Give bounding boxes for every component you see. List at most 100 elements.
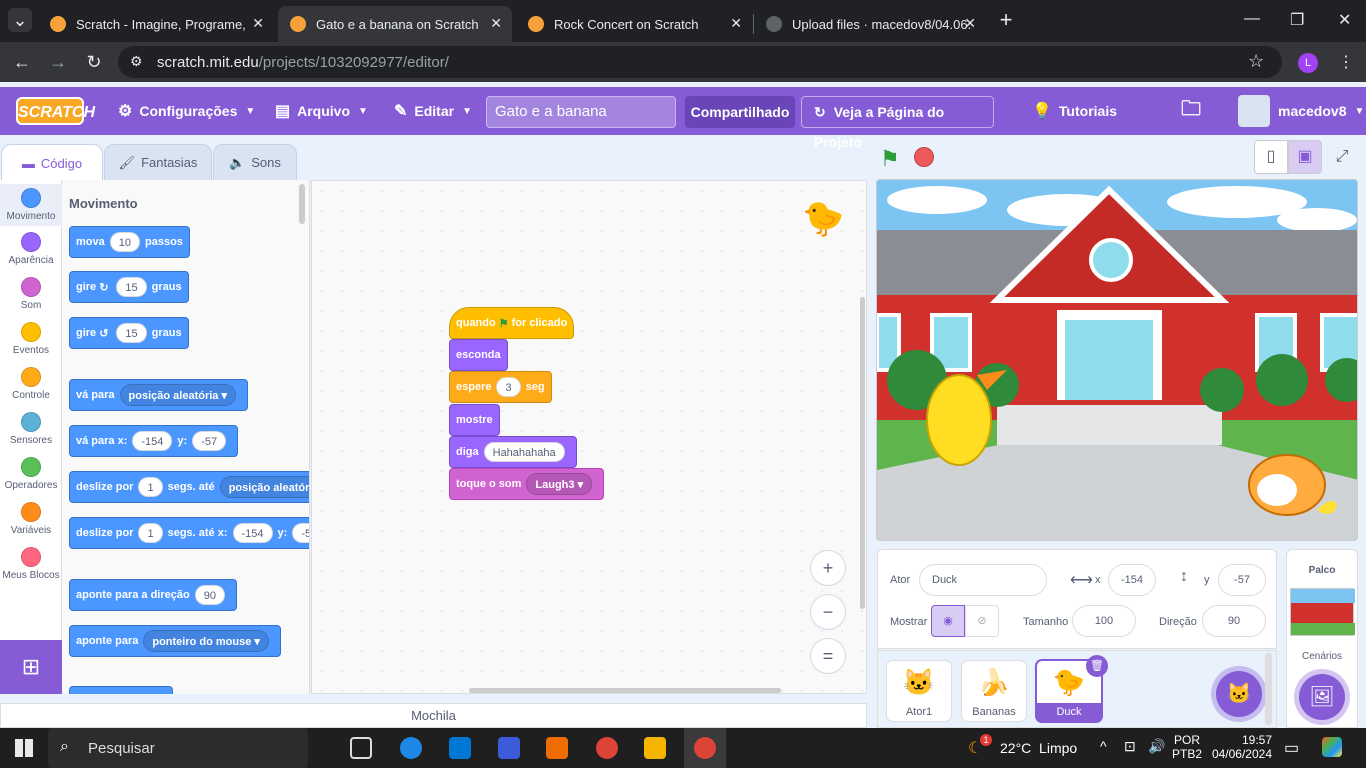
my-stuff-folder-icon[interactable]: 🗀 (1181, 87, 1201, 135)
mail-icon[interactable] (449, 737, 471, 759)
add-extension-button[interactable]: ⊞ (0, 640, 62, 694)
show-visible-button[interactable]: ◉ (931, 605, 965, 637)
workspace-v-scrollbar[interactable] (860, 297, 865, 609)
sprite-name-input[interactable]: Duck (919, 564, 1047, 596)
block-hide[interactable]: esconda (449, 339, 508, 371)
block-point-towards[interactable]: aponte para ponteiro do mouse ▾ (69, 625, 281, 657)
block-wait[interactable]: espere 3 seg (449, 371, 552, 403)
file-explorer-icon[interactable] (644, 737, 666, 759)
choose-sprite-button[interactable]: 🐱 (1216, 671, 1262, 717)
category-motion[interactable]: Movimento (0, 184, 62, 226)
block-input[interactable]: 90 (194, 585, 225, 605)
block-glide-to[interactable]: deslize por 1 segs. até posição aleatória (69, 471, 309, 503)
chrome-icon[interactable] (596, 737, 618, 759)
back-button[interactable]: ← (10, 50, 34, 74)
close-icon[interactable]: ✕ (252, 15, 264, 32)
category-my-blocks[interactable]: Meus Blocos (0, 547, 62, 581)
block-when-flag-clicked[interactable]: quando ⚑ for clicado (449, 307, 575, 339)
profile-avatar[interactable]: L (1298, 53, 1318, 73)
block-input[interactable]: 1 (138, 523, 163, 543)
account-menu[interactable]: macedov8 ▼ (1238, 87, 1364, 135)
share-button[interactable]: Compartilhado (685, 96, 795, 128)
block-input[interactable]: -57 (192, 431, 227, 451)
green-flag-button[interactable]: ⚑ (880, 146, 900, 172)
browser-tab-3[interactable]: Rock Concert on Scratch ✕ (516, 6, 752, 42)
tab-sounds[interactable]: 🔈 Sons (213, 144, 297, 181)
block-go-to[interactable]: vá para posição aleatória ▾ (69, 379, 248, 411)
project-title-input[interactable]: Gato e a banana (486, 96, 676, 128)
normal-stage-button[interactable]: ▣ (1288, 140, 1322, 174)
block-point-in-direction[interactable]: aponte para a direção 90 (69, 579, 237, 611)
block-dropdown[interactable]: ponteiro do mouse ▾ (143, 630, 269, 652)
direction-input[interactable]: 90 (1202, 605, 1266, 637)
backpack[interactable]: Mochila (0, 703, 867, 728)
workspace-h-scrollbar[interactable] (469, 688, 781, 693)
minimize-icon[interactable]: — (1244, 10, 1260, 28)
site-info-icon[interactable]: ⚙ (130, 53, 143, 70)
sprite-thumb-ator1[interactable]: 🐱 Ator1 (886, 660, 952, 722)
category-operators[interactable]: Operadores (0, 457, 62, 491)
stage-selector[interactable]: Palco Cenários 🖼 (1286, 549, 1358, 728)
block-input[interactable]: -154 (132, 431, 173, 451)
block-dropdown[interactable]: posição aleatória (219, 476, 309, 498)
scratch-logo[interactable]: SCRATCH (16, 97, 95, 125)
block-input[interactable]: -57 (292, 523, 309, 543)
zoom-out-button[interactable]: − (810, 594, 846, 630)
see-project-page-button[interactable]: ↻ Veja a Página do Projeto (801, 96, 994, 150)
y-input[interactable]: -57 (1218, 564, 1266, 596)
stage-canvas[interactable] (876, 179, 1358, 541)
bookmark-star-icon[interactable]: ☆ (1248, 51, 1264, 72)
sprite-list-scrollbar[interactable] (1265, 653, 1272, 725)
tutorials-menu[interactable]: 💡 Tutoriais (1032, 87, 1117, 135)
block-partial[interactable] (69, 686, 173, 694)
task-view-icon[interactable] (350, 737, 372, 759)
block-turn-right[interactable]: gire ↻ 15 graus (69, 271, 189, 303)
block-show[interactable]: mostre (449, 404, 500, 436)
block-go-to-xy[interactable]: vá para x: -154 y: -57 (69, 425, 239, 457)
windows-start-icon[interactable] (15, 739, 33, 757)
stop-button[interactable] (914, 147, 934, 167)
delete-sprite-button[interactable]: 🗑 (1086, 655, 1108, 677)
block-input[interactable]: 15 (116, 323, 147, 343)
block-glide-to-xy[interactable]: deslize por 1 segs. até x: -154 y: -57 (69, 517, 309, 549)
chevron-up-icon[interactable]: ^ (1100, 738, 1107, 754)
x-input[interactable]: -154 (1108, 564, 1156, 596)
small-stage-button[interactable]: ▯ (1254, 140, 1288, 174)
palette-scrollbar[interactable] (299, 184, 305, 224)
category-looks[interactable]: Aparência (0, 232, 62, 266)
store-icon[interactable] (546, 737, 568, 759)
zoom-reset-button[interactable]: = (810, 638, 846, 674)
block-input[interactable]: 1 (138, 477, 163, 497)
block-say[interactable]: diga Hahahahaha (449, 436, 577, 468)
block-input[interactable]: 3 (496, 377, 521, 397)
choose-backdrop-button[interactable]: 🖼 (1299, 674, 1345, 720)
block-dropdown[interactable]: Laugh3 ▾ (526, 473, 593, 495)
browser-tab-2[interactable]: Gato e a banana on Scratch ✕ (278, 6, 512, 42)
block-move-steps[interactable]: mova 10 passos (69, 226, 190, 258)
size-input[interactable]: 100 (1072, 605, 1136, 637)
category-control[interactable]: Controle (0, 367, 62, 401)
language-indicator[interactable]: POR PTB2 (1172, 733, 1202, 761)
close-icon[interactable]: ✕ (964, 15, 976, 32)
category-sensing[interactable]: Sensores (0, 412, 62, 446)
block-input[interactable]: Hahahahaha (483, 442, 565, 462)
category-variables[interactable]: Variáveis (0, 502, 62, 536)
fullscreen-button[interactable]: ⤢ (1326, 140, 1358, 174)
browser-tab-4[interactable]: Upload files · macedov8/04.06.2 ✕ (754, 6, 986, 42)
clock[interactable]: 19:57 04/06/2024 (1208, 733, 1272, 761)
category-sound[interactable]: Som (0, 277, 62, 311)
block-input[interactable]: 10 (109, 232, 140, 252)
block-input[interactable]: -154 (232, 523, 273, 543)
edge-icon[interactable] (400, 737, 422, 759)
tab-code[interactable]: ▬ Código (1, 144, 103, 181)
settings-menu[interactable]: ⚙ Configurações ▼ (118, 87, 255, 135)
taskbar-search-box[interactable]: ⌕ Pesquisar (48, 728, 308, 768)
edit-menu[interactable]: ✎ Editar ▼ (394, 87, 472, 135)
browser-menu-icon[interactable]: ⋮ (1338, 52, 1354, 72)
sprite-thumb-bananas[interactable]: 🍌 Bananas (961, 660, 1027, 722)
close-icon[interactable]: ✕ (490, 15, 502, 32)
block-dropdown[interactable]: posição aleatória ▾ (119, 384, 236, 406)
show-hidden-button[interactable]: ⊘ (965, 605, 999, 637)
new-tab-button[interactable]: + (994, 8, 1018, 32)
code-workspace[interactable]: 🐤 quando ⚑ for clicado esconda espere 3 seg … (311, 180, 867, 694)
